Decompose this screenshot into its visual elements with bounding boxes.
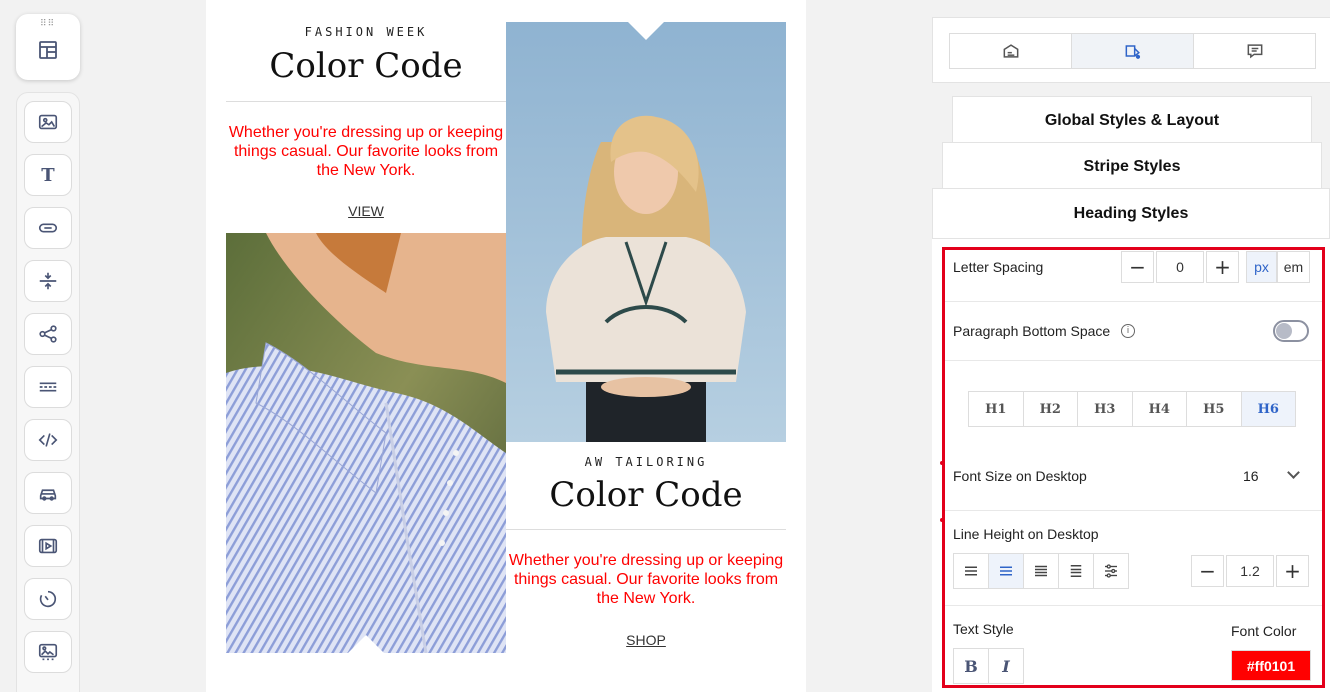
frame-marker [940, 461, 944, 465]
gallery-icon [38, 643, 58, 661]
spacer-icon [39, 272, 57, 290]
html-icon [38, 433, 58, 447]
timer-block-button[interactable] [24, 578, 72, 620]
right-divider [506, 529, 786, 530]
html-block-button[interactable] [24, 419, 72, 461]
layout-icon[interactable] [36, 38, 60, 62]
content-tab-icon [1003, 44, 1018, 58]
car-icon [39, 489, 57, 501]
share-icon [39, 325, 57, 343]
right-eyebrow: AW TAILORING [584, 455, 708, 469]
left-heading[interactable]: Color Code [226, 46, 506, 86]
panel-tab-bar [932, 17, 1330, 83]
view-link[interactable]: VIEW [226, 203, 506, 219]
left-divider [226, 101, 506, 102]
drag-grip-icon[interactable]: ⠿⠿ [40, 19, 55, 29]
toolbar-header: ⠿⠿ [16, 14, 80, 80]
right-paragraph[interactable]: Whether you're dressing up or keeping th… [506, 551, 786, 608]
video-icon [38, 538, 58, 554]
global-styles-accordion[interactable]: Global Styles & Layout [952, 96, 1312, 146]
image-block-button[interactable] [24, 101, 72, 143]
striped-shirt-image [226, 233, 506, 653]
social-block-button[interactable] [24, 313, 72, 355]
divider-icon [39, 382, 57, 392]
product-block-button[interactable] [24, 472, 72, 514]
heading-styles-accordion[interactable]: Heading Styles [932, 188, 1330, 240]
email-canvas: FASHION WEEK Color Code Whether you're d… [206, 0, 806, 692]
comments-tab[interactable] [1193, 33, 1316, 69]
frame-marker [940, 518, 944, 522]
gallery-block-button[interactable] [24, 631, 72, 673]
left-eyebrow: FASHION WEEK [304, 25, 428, 39]
striped-shirt-photo[interactable] [226, 233, 506, 653]
video-block-button[interactable] [24, 525, 72, 567]
text-icon: T [41, 164, 55, 186]
button-icon [38, 223, 58, 233]
text-block-button[interactable]: T [24, 154, 72, 196]
image-icon [38, 114, 58, 130]
right-heading[interactable]: Color Code [506, 475, 786, 515]
right-content-column[interactable]: AW TAILORING Color Code Whether you're d… [506, 442, 786, 648]
styles-tab[interactable] [1071, 33, 1194, 69]
timer-icon [39, 590, 57, 608]
model-portrait-image [506, 22, 786, 442]
left-paragraph[interactable]: Whether you're dressing up or keeping th… [226, 123, 506, 180]
photo-notch-top [628, 22, 664, 40]
comment-icon [1247, 44, 1262, 59]
paint-bucket-icon [1125, 45, 1140, 59]
spacer-block-button[interactable] [24, 260, 72, 302]
content-tab[interactable] [949, 33, 1072, 69]
highlight-frame [942, 247, 1325, 688]
button-block-button[interactable] [24, 207, 72, 249]
content-blocks-toolbar: T [16, 92, 80, 692]
stripe-styles-accordion[interactable]: Stripe Styles [942, 142, 1322, 192]
left-content-column[interactable]: FASHION WEEK Color Code Whether you're d… [226, 0, 506, 219]
photo-notch-bottom [348, 635, 384, 653]
shop-link[interactable]: SHOP [506, 632, 786, 648]
model-portrait-photo[interactable] [506, 22, 786, 442]
divider-block-button[interactable] [24, 366, 72, 408]
